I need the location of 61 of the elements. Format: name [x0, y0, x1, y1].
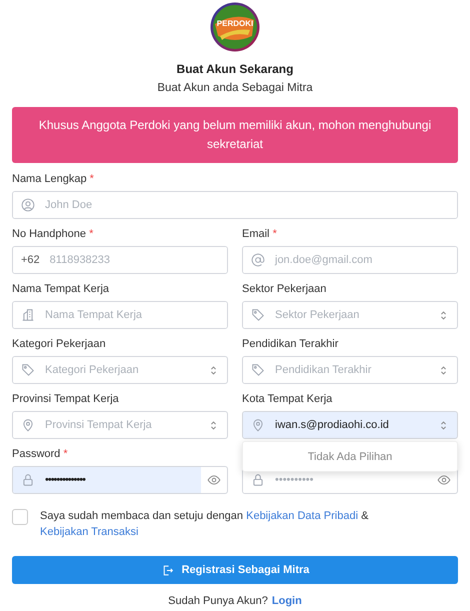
field-label: Sektor Pekerjaan — [242, 283, 328, 296]
field-label: Nama Tempat Kerja — [12, 283, 110, 296]
chevron-up-down-icon — [440, 420, 447, 431]
eye-icon[interactable] — [437, 473, 451, 488]
field-value: •••••••••••••• — [45, 473, 85, 488]
field-label: Password * — [12, 448, 69, 462]
country-code: +62 — [21, 253, 40, 268]
register-button[interactable]: Registrasi Sebagai Mitra — [12, 556, 458, 584]
field-label: Kota Tempat Kerja — [242, 393, 334, 406]
field-label: Provinsi Tempat Kerja — [12, 393, 120, 406]
chevron-up-down-icon — [210, 420, 217, 431]
lock-icon — [21, 473, 35, 488]
select-field[interactable]: Pendidikan Terakhir — [242, 356, 458, 384]
building-icon — [21, 308, 35, 322]
field-label: Kategori Pekerjaan — [12, 338, 107, 352]
agreement-text: Saya sudah membaca dan setuju dengan Kebijakan Data Pribadi & Kebijakan Transaksi — [40, 509, 370, 540]
field-label: No Handphone * — [12, 228, 94, 242]
at-sign-icon — [251, 253, 265, 268]
placeholder-text: •••••••••• — [275, 473, 314, 488]
page-subtitle: Buat Akun anda Sebagai Mitra — [156, 81, 314, 96]
field-value: iwan.s@prodiaohi.co.id — [275, 418, 389, 433]
alert-banner: Khusus Anggota Perdoki yang belum memiliki akun, mohon menghubungi sekretariat — [12, 107, 458, 164]
eye-icon[interactable] — [207, 473, 221, 488]
placeholder-text: Kategori Pekerjaan — [45, 363, 139, 378]
input-field[interactable]: jon.doe@gmail.com — [242, 246, 458, 274]
input-field[interactable]: Nama Tempat Kerja — [12, 301, 228, 330]
tag-icon — [21, 363, 35, 378]
placeholder-text: John Doe — [45, 198, 92, 213]
privacy-policy-link[interactable]: Kebijakan Data Pribadi — [246, 510, 358, 522]
logo: PERDOKI — [210, 2, 260, 52]
select-field[interactable]: Provinsi Tempat Kerja — [12, 411, 228, 440]
chevron-up-down-icon — [440, 310, 447, 321]
user-icon — [21, 198, 35, 212]
lock-icon — [251, 473, 265, 488]
placeholder-text: Provinsi Tempat Kerja — [45, 418, 152, 433]
tag-icon — [251, 308, 265, 322]
location-pin-icon — [251, 418, 265, 432]
checkbox[interactable] — [12, 509, 28, 526]
input-field[interactable]: John Doe — [12, 191, 458, 220]
input-field[interactable]: +62 8118938233 — [12, 246, 228, 274]
placeholder-text: Nama Tempat Kerja — [45, 308, 142, 323]
chevron-up-down-icon — [210, 364, 217, 376]
location-pin-icon — [21, 418, 35, 432]
select-field[interactable]: iwan.s@prodiaohi.co.id — [242, 411, 458, 440]
placeholder-text: Sektor Pekerjaan — [275, 308, 360, 323]
page-title: Buat Akun Sekarang — [176, 61, 294, 78]
login-prompt: Sudah Punya Akun? — [168, 594, 268, 610]
field-label: Nama Lengkap * — [12, 173, 95, 186]
transaction-policy-link[interactable]: Kebijakan Transaksi — [40, 526, 138, 538]
chevron-up-down-icon — [440, 364, 447, 376]
field-label: Pendidikan Terakhir — [242, 338, 340, 352]
login-link[interactable]: Login — [272, 593, 302, 610]
input-field[interactable]: •••••••••••••• — [12, 466, 228, 494]
placeholder-text: jon.doe@gmail.com — [275, 253, 372, 268]
select-field[interactable]: Kategori Pekerjaan — [12, 356, 228, 384]
empty-option-text: Tidak Ada Pilihan — [308, 450, 392, 464]
tag-icon — [251, 363, 265, 378]
field-label: Email * — [242, 228, 278, 242]
select-field[interactable]: Sektor Pekerjaan — [242, 301, 458, 330]
placeholder-text: 8118938233 — [50, 253, 110, 268]
placeholder-text: Pendidikan Terakhir — [275, 363, 372, 378]
